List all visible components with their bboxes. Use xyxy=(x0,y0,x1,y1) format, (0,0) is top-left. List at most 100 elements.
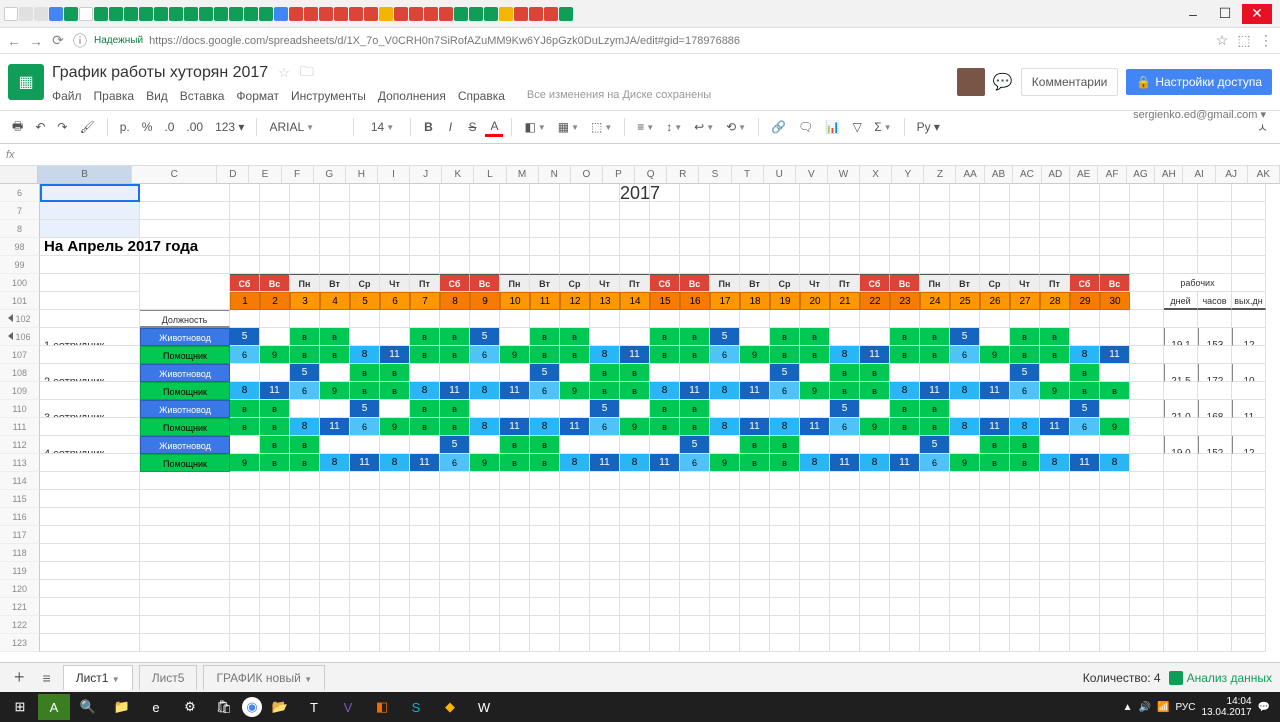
task-icon[interactable]: ◧ xyxy=(366,694,398,720)
font-select[interactable]: ARIAL▼ xyxy=(265,118,345,136)
col-header[interactable]: AF xyxy=(1098,166,1126,184)
undo-icon[interactable]: ↶ xyxy=(31,118,49,136)
col-header[interactable]: AH xyxy=(1155,166,1183,184)
col-header[interactable]: I xyxy=(378,166,410,184)
row-header[interactable]: 115 xyxy=(0,490,40,508)
row-header[interactable]: 120 xyxy=(0,580,40,598)
menu-edit[interactable]: Правка xyxy=(94,89,135,103)
task-icon[interactable]: 🔍 xyxy=(72,694,104,720)
folder-icon[interactable]: 🗀 xyxy=(300,61,314,85)
task-icon[interactable]: 📁 xyxy=(106,694,138,720)
row-header[interactable]: 122 xyxy=(0,616,40,634)
col-header[interactable]: B xyxy=(38,166,132,184)
col-header[interactable]: O xyxy=(571,166,603,184)
percent-button[interactable]: % xyxy=(138,118,157,136)
analyze-button[interactable]: Анализ данных xyxy=(1169,671,1272,685)
col-header[interactable]: AJ xyxy=(1216,166,1248,184)
col-header[interactable]: Q xyxy=(635,166,667,184)
col-header[interactable]: T xyxy=(732,166,764,184)
task-icon[interactable]: 📂 xyxy=(264,694,296,720)
col-header[interactable]: AG xyxy=(1127,166,1155,184)
sheets-logo-icon[interactable]: ▦ xyxy=(8,64,44,100)
col-header[interactable]: W xyxy=(828,166,860,184)
dec0-button[interactable]: .0 xyxy=(160,118,178,136)
back-button[interactable]: ← xyxy=(6,33,22,49)
minimize-button[interactable]: – xyxy=(1178,4,1208,24)
wrap-button[interactable]: ↩▼ xyxy=(690,118,718,136)
row-header[interactable]: 111 xyxy=(0,418,40,436)
comment-button[interactable]: 🗨 xyxy=(794,118,817,136)
col-header[interactable]: H xyxy=(346,166,378,184)
select-all-corner[interactable] xyxy=(0,166,38,184)
row-header[interactable]: 118 xyxy=(0,544,40,562)
dec00-button[interactable]: .00 xyxy=(182,118,207,136)
link-button[interactable]: 🔗 xyxy=(767,118,790,136)
row-header[interactable]: 119 xyxy=(0,562,40,580)
menu-icon[interactable]: ⋮ xyxy=(1258,33,1274,49)
col-header[interactable]: X xyxy=(860,166,892,184)
task-icon[interactable]: S xyxy=(400,694,432,720)
rotate-button[interactable]: ⟲▼ xyxy=(722,118,750,136)
col-header[interactable]: M xyxy=(507,166,539,184)
forward-button[interactable]: → xyxy=(28,33,44,49)
functions-button[interactable]: Σ▼ xyxy=(870,118,895,136)
row-header[interactable]: 109 xyxy=(0,382,40,400)
row-header[interactable]: 107 xyxy=(0,346,40,364)
input-lang[interactable]: Ру ▾ xyxy=(913,118,944,136)
row-header[interactable]: 8 xyxy=(0,220,40,238)
task-icon[interactable]: V xyxy=(332,694,364,720)
col-header[interactable]: R xyxy=(667,166,699,184)
task-icon[interactable]: e xyxy=(140,694,172,720)
col-header[interactable]: Y xyxy=(892,166,924,184)
currency-button[interactable]: р. xyxy=(116,118,134,136)
row-header[interactable]: 101 xyxy=(0,292,40,310)
selection-count[interactable]: Количество: 4 xyxy=(1083,671,1161,685)
row-header[interactable]: 121 xyxy=(0,598,40,616)
maximize-button[interactable]: ☐ xyxy=(1210,4,1240,24)
textcolor-button[interactable]: A xyxy=(485,118,503,137)
col-header[interactable]: AC xyxy=(1013,166,1041,184)
reload-button[interactable]: ⟳ xyxy=(50,33,66,49)
menu-insert[interactable]: Вставка xyxy=(180,89,225,103)
address-bar[interactable]: ⓘ Надежный https://docs.google.com/sprea… xyxy=(72,33,1208,49)
col-header[interactable]: J xyxy=(410,166,442,184)
close-button[interactable]: ✕ xyxy=(1242,4,1272,24)
col-header[interactable]: AE xyxy=(1070,166,1098,184)
col-header[interactable]: K xyxy=(442,166,474,184)
sheet-tab-active[interactable]: Лист1 ▼ xyxy=(63,665,133,690)
col-header[interactable]: F xyxy=(282,166,314,184)
menu-format[interactable]: Формат xyxy=(236,89,279,103)
ext-icon[interactable]: ⬚ xyxy=(1236,33,1252,49)
col-header[interactable]: N xyxy=(539,166,571,184)
col-header[interactable]: D xyxy=(217,166,249,184)
col-header[interactable]: AD xyxy=(1042,166,1070,184)
italic-button[interactable]: I xyxy=(441,118,459,136)
borders-button[interactable]: ▦▼ xyxy=(554,118,583,136)
col-header[interactable]: AB xyxy=(985,166,1013,184)
row-header[interactable]: 102 xyxy=(0,310,40,328)
account-email[interactable]: sergienko.ed@gmail.com ▾ xyxy=(1133,108,1266,121)
fmt-button[interactable]: 123 ▾ xyxy=(211,118,248,136)
task-icon[interactable]: ◆ xyxy=(434,694,466,720)
avatar[interactable] xyxy=(957,68,985,96)
row-header[interactable]: 6 xyxy=(0,184,40,202)
start-button[interactable]: ⊞ xyxy=(4,694,36,720)
all-sheets-button[interactable]: ≡ xyxy=(37,670,57,686)
chart-button[interactable]: 📊 xyxy=(821,118,844,136)
col-header[interactable]: L xyxy=(474,166,506,184)
star-doc-icon[interactable]: ☆ xyxy=(278,65,290,81)
col-header[interactable]: G xyxy=(314,166,346,184)
menu-tools[interactable]: Инструменты xyxy=(291,89,366,103)
row-header[interactable]: 98 xyxy=(0,238,40,256)
col-header[interactable]: S xyxy=(699,166,731,184)
col-header[interactable]: AK xyxy=(1248,166,1280,184)
fill-button[interactable]: ◧▼ xyxy=(520,118,549,136)
task-icon[interactable]: W xyxy=(468,694,500,720)
col-header[interactable]: AA xyxy=(956,166,984,184)
valign-button[interactable]: ↕▼ xyxy=(662,118,686,136)
share-button[interactable]: 🔒Настройки доступа xyxy=(1126,69,1272,95)
row-header[interactable]: 108 xyxy=(0,364,40,382)
row-header[interactable]: 100 xyxy=(0,274,40,292)
task-icon[interactable]: ◉ xyxy=(242,697,262,717)
print-icon[interactable]: 🖶 xyxy=(8,115,27,140)
